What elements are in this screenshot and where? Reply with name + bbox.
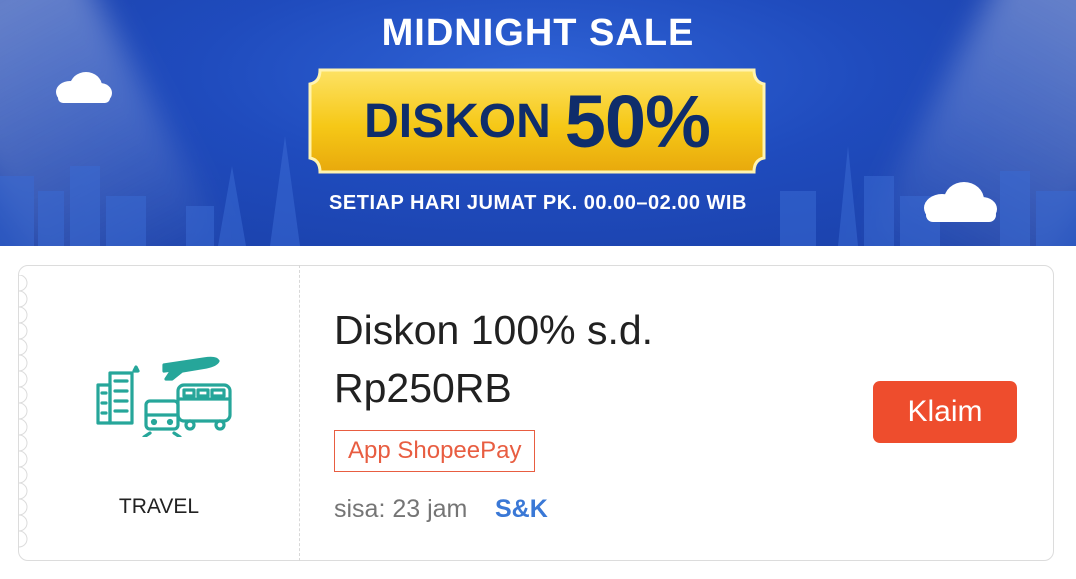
category-label: TRAVEL bbox=[118, 495, 200, 518]
voucher-title-line1: Diskon 100% s.d. bbox=[334, 307, 654, 353]
expiry-text: sisa: 23 jam bbox=[334, 495, 468, 523]
banner-schedule: SETIAP HARI JUMAT PK. 00.00–02.00 WIB bbox=[329, 192, 747, 214]
voucher-card[interactable]: TRAVEL Diskon 100% s.d. Rp250RB App Shop… bbox=[18, 265, 1054, 561]
discount-word: DISKON bbox=[364, 94, 551, 148]
terms-link[interactable]: S&K bbox=[495, 495, 548, 524]
travel-icon bbox=[96, 356, 232, 437]
discount-value: 50% bbox=[564, 79, 711, 163]
cloud-icon bbox=[56, 72, 112, 103]
discount-badge: DISKON 50% bbox=[306, 66, 768, 176]
banner-title: MIDNIGHT SALE bbox=[381, 12, 695, 54]
payment-tag: App ShopeePay bbox=[334, 430, 536, 472]
promo-banner[interactable]: MIDNIGHT SALE DISKON 50% SETIAP HARI JUM… bbox=[0, 0, 1076, 246]
claim-button[interactable]: Klaim bbox=[873, 381, 1017, 443]
voucher-title-line2: Rp250RB bbox=[334, 365, 512, 411]
